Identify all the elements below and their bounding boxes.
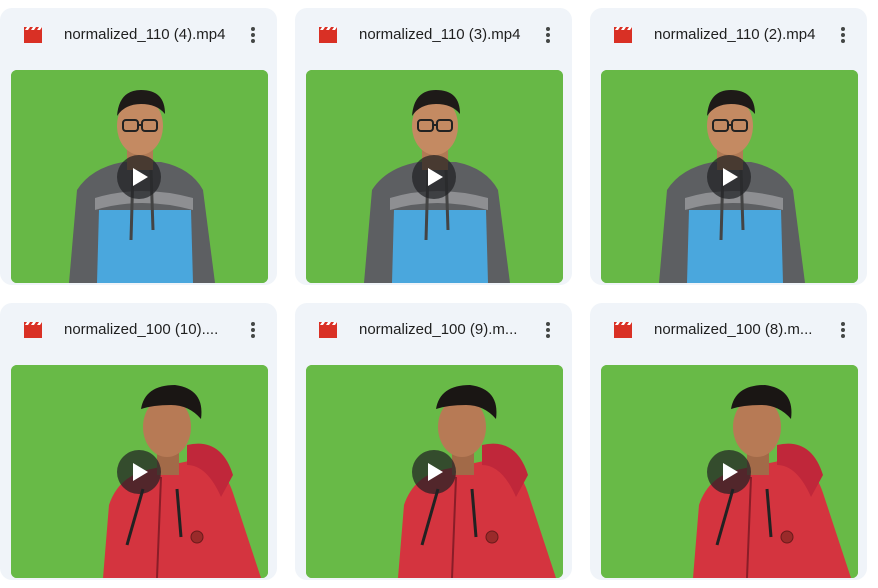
file-name: normalized_100 (9).m... <box>359 321 518 338</box>
file-grid: normalized_110 (4).mp4 normalized_110 (3… <box>0 0 878 588</box>
play-icon <box>428 463 443 481</box>
file-card-header: normalized_110 (3).mp4 <box>295 8 572 62</box>
more-actions-button[interactable] <box>239 21 267 49</box>
more-actions-button[interactable] <box>534 316 562 344</box>
video-thumbnail[interactable] <box>11 365 268 578</box>
play-button[interactable] <box>117 155 161 199</box>
file-card[interactable]: normalized_110 (2).mp4 <box>590 8 867 285</box>
more-vert-icon <box>546 27 550 43</box>
file-name: normalized_110 (4).mp4 <box>64 26 226 43</box>
play-icon <box>133 168 148 186</box>
more-vert-icon <box>251 27 255 43</box>
file-name: normalized_110 (2).mp4 <box>654 26 816 43</box>
video-thumbnail[interactable] <box>306 365 563 578</box>
more-vert-icon <box>841 27 845 43</box>
more-actions-button[interactable] <box>829 316 857 344</box>
play-icon <box>133 463 148 481</box>
play-button[interactable] <box>412 155 456 199</box>
play-button[interactable] <box>707 155 751 199</box>
video-thumbnail[interactable] <box>601 70 858 283</box>
video-thumbnail[interactable] <box>11 70 268 283</box>
file-card[interactable]: normalized_110 (4).mp4 <box>0 8 277 285</box>
file-card-header: normalized_100 (8).m... <box>590 303 867 357</box>
file-card-header: normalized_100 (10).... <box>0 303 277 357</box>
file-card[interactable]: normalized_100 (9).m... <box>295 303 572 580</box>
video-thumbnail[interactable] <box>601 365 858 578</box>
play-button[interactable] <box>117 450 161 494</box>
video-clapperboard-icon <box>318 321 338 339</box>
more-actions-button[interactable] <box>239 316 267 344</box>
file-card-header: normalized_110 (4).mp4 <box>0 8 277 62</box>
more-vert-icon <box>841 322 845 338</box>
play-icon <box>723 463 738 481</box>
file-name: normalized_110 (3).mp4 <box>359 26 521 43</box>
more-actions-button[interactable] <box>829 21 857 49</box>
video-clapperboard-icon <box>613 321 633 339</box>
more-vert-icon <box>251 322 255 338</box>
play-icon <box>723 168 738 186</box>
play-button[interactable] <box>412 450 456 494</box>
file-card-header: normalized_100 (9).m... <box>295 303 572 357</box>
file-card-header: normalized_110 (2).mp4 <box>590 8 867 62</box>
video-thumbnail[interactable] <box>306 70 563 283</box>
file-card[interactable]: normalized_100 (8).m... <box>590 303 867 580</box>
file-card[interactable]: normalized_110 (3).mp4 <box>295 8 572 285</box>
file-name: normalized_100 (8).m... <box>654 321 813 338</box>
file-card[interactable]: normalized_100 (10).... <box>0 303 277 580</box>
more-actions-button[interactable] <box>534 21 562 49</box>
video-clapperboard-icon <box>23 321 43 339</box>
play-icon <box>428 168 443 186</box>
video-clapperboard-icon <box>613 26 633 44</box>
video-clapperboard-icon <box>318 26 338 44</box>
video-clapperboard-icon <box>23 26 43 44</box>
more-vert-icon <box>546 322 550 338</box>
play-button[interactable] <box>707 450 751 494</box>
file-name: normalized_100 (10).... <box>64 321 219 338</box>
